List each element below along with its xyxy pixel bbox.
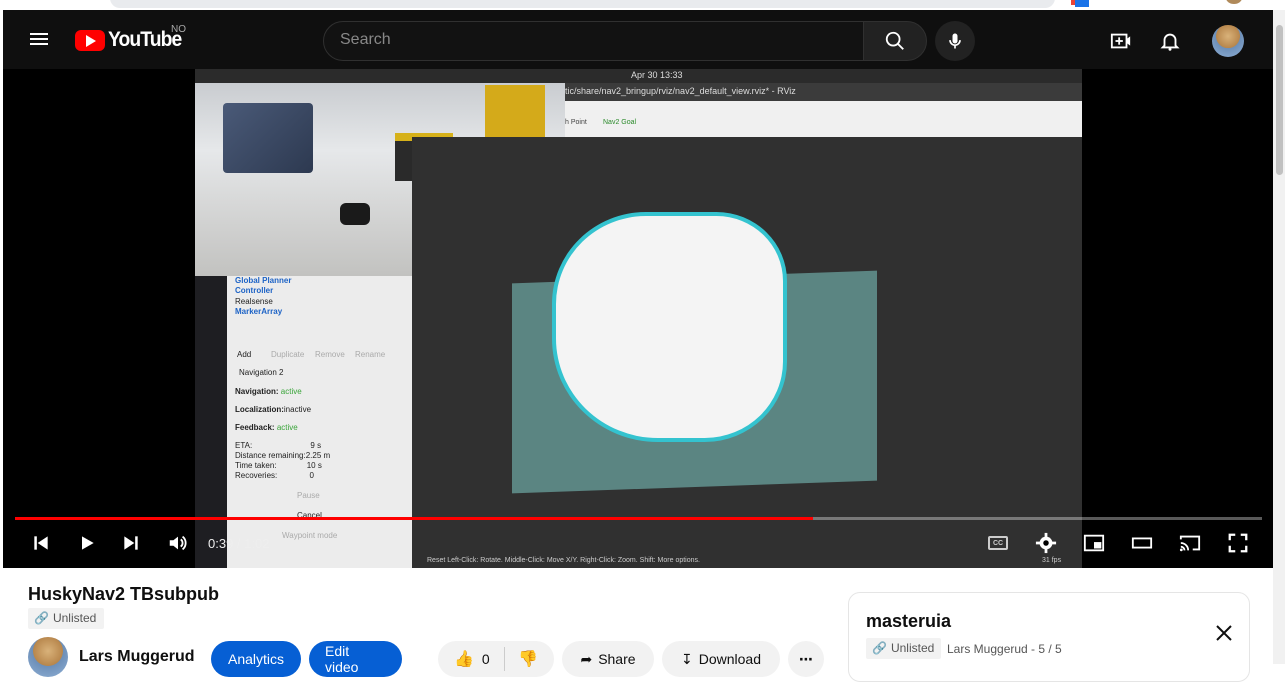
search-input[interactable]: Search	[323, 21, 864, 61]
progress-bar[interactable]	[15, 517, 1262, 520]
channel-avatar[interactable]	[28, 637, 68, 677]
fullscreen-button[interactable]	[1226, 531, 1250, 555]
region-code: NO	[171, 24, 186, 35]
volume-icon	[169, 535, 187, 551]
previous-button[interactable]	[29, 531, 53, 555]
analytics-button[interactable]: Analytics	[211, 641, 301, 677]
download-icon: ↧	[681, 650, 693, 667]
bell-icon	[1160, 33, 1180, 51]
account-avatar[interactable]	[1212, 25, 1244, 57]
close-icon	[1216, 625, 1232, 641]
create-button[interactable]	[1105, 25, 1137, 57]
video-frame: Apr 30 13:33 tic/share/nav2_bringup/rviz…	[195, 69, 1082, 568]
gear-icon	[1035, 532, 1057, 554]
youtube-logo[interactable]: YouTube NO	[75, 24, 188, 51]
play-icon	[82, 536, 94, 550]
closed-captions-icon: CC	[988, 536, 1008, 550]
share-icon: ➦	[580, 650, 593, 667]
voice-search-button[interactable]	[935, 21, 975, 61]
search-button[interactable]	[863, 21, 927, 61]
progress-played	[15, 517, 814, 520]
more-icon: ⋯	[799, 650, 813, 667]
share-button[interactable]: ➦ Share	[562, 641, 654, 677]
cast-button[interactable]	[1178, 531, 1202, 555]
playlist-visibility-badge: 🔗 Unlisted	[866, 638, 942, 659]
menu-icon[interactable]	[27, 30, 51, 50]
search-icon	[885, 31, 904, 50]
visibility-badge: 🔗 Unlisted	[28, 608, 105, 629]
miniplayer-icon	[1083, 534, 1105, 552]
page-scrollbar[interactable]	[1273, 10, 1285, 664]
notifications-button[interactable]	[1154, 25, 1186, 57]
playlist-panel: masteruia 🔗 Unlisted Lars Muggerud - 5 /…	[848, 592, 1250, 682]
thumbs-down-icon[interactable]: 👎	[518, 649, 538, 669]
rviz-toolbar: h Point Nav2 Goal	[565, 101, 1082, 137]
rviz-panel: Global Planner Controller Realsense Mark…	[227, 276, 412, 568]
link-icon: 🔗	[34, 611, 49, 625]
like-button[interactable]: 👍 0	[454, 649, 490, 669]
cast-icon	[1179, 535, 1201, 552]
theater-icon	[1131, 537, 1153, 549]
time-display: 0:39 / 1:02	[208, 536, 270, 551]
rviz-3d-view: Reset Left-Click: Rotate. Middle-Click: …	[412, 137, 1082, 568]
youtube-play-icon	[75, 29, 105, 51]
address-bar[interactable]	[110, 0, 1055, 8]
scrollbar-thumb[interactable]	[1276, 25, 1283, 175]
playlist-meta: Lars Muggerud - 5 / 5	[947, 642, 1062, 656]
next-button[interactable]	[119, 531, 143, 555]
extension-icon[interactable]	[1075, 0, 1089, 7]
settings-button[interactable]	[1034, 531, 1058, 555]
close-playlist-button[interactable]	[1212, 621, 1236, 645]
edit-video-button[interactable]: Edit video	[309, 641, 402, 677]
playlist-title[interactable]: masteruia	[866, 611, 951, 632]
browser-chrome-strip	[0, 0, 1285, 10]
skip-next-icon	[124, 536, 138, 550]
skip-previous-icon	[34, 536, 48, 550]
download-button[interactable]: ↧ Download	[662, 641, 780, 677]
link-icon: 🔗	[872, 641, 887, 655]
miniplayer-button[interactable]	[1082, 531, 1106, 555]
fullscreen-icon	[1228, 533, 1248, 553]
dock-sidebar	[195, 276, 227, 568]
rviz-titlebar: tic/share/nav2_bringup/rviz/nav2_default…	[565, 83, 1082, 101]
microphone-icon	[949, 33, 961, 49]
volume-button[interactable]	[166, 531, 190, 555]
thumbs-up-icon: 👍	[454, 651, 474, 668]
youtube-header: YouTube NO Search	[3, 10, 1273, 69]
video-desktop-topbar: Apr 30 13:33	[195, 69, 1082, 83]
subtitles-button[interactable]: CC	[986, 531, 1010, 555]
theater-mode-button[interactable]	[1130, 531, 1154, 555]
more-actions-button[interactable]: ⋯	[788, 641, 824, 677]
play-button[interactable]	[75, 531, 99, 555]
create-video-icon	[1110, 33, 1131, 49]
like-count: 0	[481, 651, 490, 667]
channel-name[interactable]: Lars Muggerud	[79, 648, 195, 666]
video-title: HuskyNav2 TBsubpub	[28, 584, 220, 604]
video-player[interactable]: Apr 30 13:33 tic/share/nav2_bringup/rviz…	[3, 69, 1273, 568]
like-dislike-group: 👍 0 👎	[438, 641, 554, 677]
browser-profile-icon[interactable]	[1226, 0, 1242, 4]
